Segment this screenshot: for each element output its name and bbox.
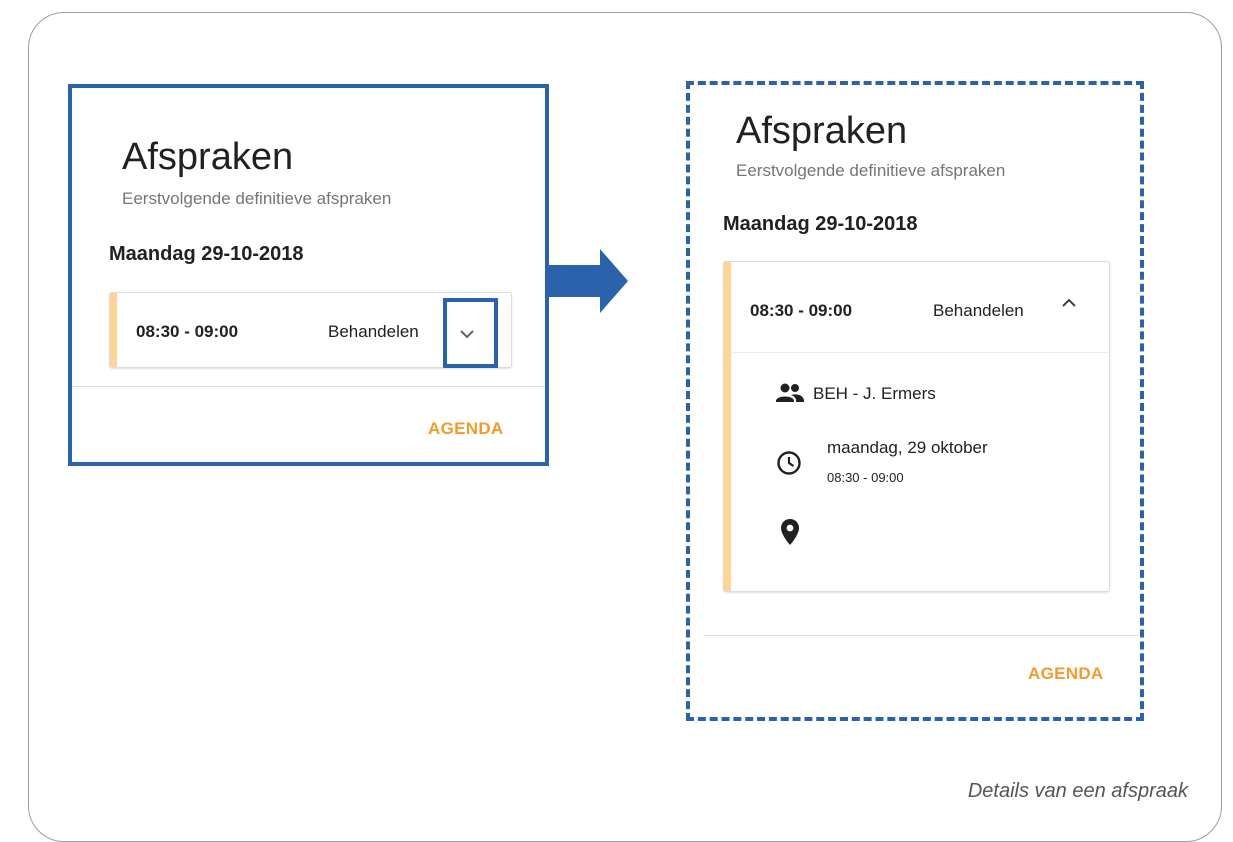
location-pin-icon — [781, 519, 799, 545]
card-subtitle: Eerstvolgende definitieve afspraken — [736, 161, 1006, 180]
chevron-up-icon[interactable] — [1059, 295, 1079, 311]
clock-icon — [777, 451, 801, 475]
expand-button-highlight — [443, 298, 498, 368]
appointment-date: Maandag 29-10-2018 — [723, 213, 918, 235]
appointment-status-bar — [110, 293, 117, 367]
appointment-participants: BEH - J. Ermers — [813, 384, 936, 403]
appointment-item-expanded[interactable]: 08:30 - 09:00 Behandelen BEH - J. Ermers… — [723, 261, 1111, 592]
card-title: Afspraken — [122, 136, 294, 178]
agenda-link[interactable]: AGENDA — [1028, 664, 1103, 684]
appointment-time: 08:30 - 09:00 — [750, 301, 853, 320]
right-arrow-icon — [546, 265, 602, 297]
appointment-type: Behandelen — [933, 301, 1024, 320]
agenda-link[interactable]: AGENDA — [428, 419, 503, 439]
appointment-date: Maandag 29-10-2018 — [109, 243, 304, 265]
appointment-time-detail: 08:30 - 09:00 — [827, 470, 904, 485]
appointment-time: 08:30 - 09:00 — [136, 322, 239, 341]
appointment-header-divider — [731, 352, 1111, 353]
right-arrow-head — [600, 249, 628, 313]
card-divider — [704, 635, 1138, 636]
people-icon — [776, 383, 804, 402]
appointment-status-bar — [724, 262, 731, 591]
card-divider — [72, 386, 545, 387]
figure-caption: Details van een afspraak — [967, 780, 1188, 802]
card-title: Afspraken — [736, 110, 908, 152]
card-subtitle: Eerstvolgende definitieve afspraken — [122, 189, 392, 208]
appointment-day: maandag, 29 oktober — [827, 438, 988, 457]
appointment-type: Behandelen — [328, 322, 419, 341]
